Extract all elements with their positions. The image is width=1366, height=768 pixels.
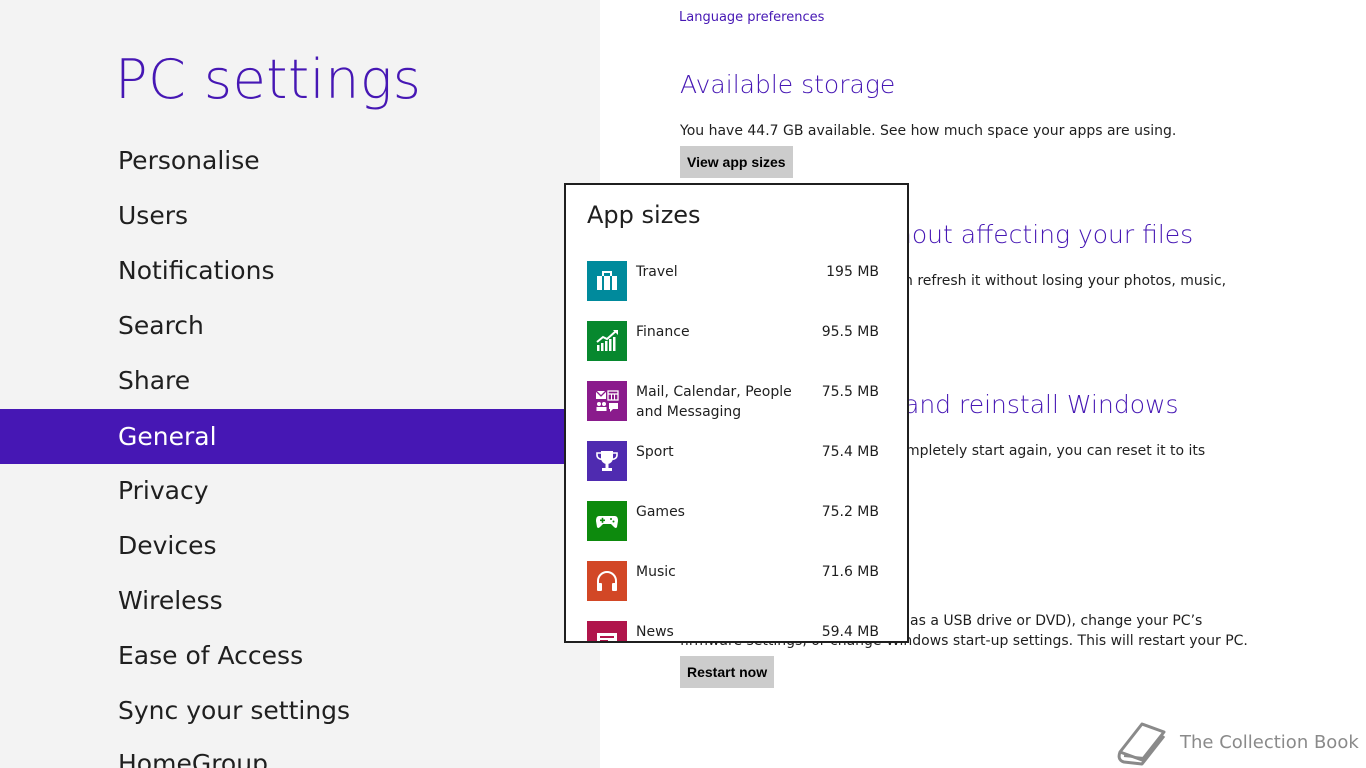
- sidebar-item-label: Devices: [118, 531, 217, 560]
- app-size: 71.6 MB: [821, 564, 879, 580]
- sidebar-item-label: Share: [118, 366, 191, 395]
- gamepad-icon: [587, 501, 627, 541]
- app-name: Games: [636, 504, 685, 520]
- language-preferences-link[interactable]: Language preferences: [679, 10, 824, 25]
- suitcase-icon: [587, 261, 627, 301]
- app-row-travel[interactable]: Travel 195 MB: [587, 261, 881, 301]
- headphones-icon: [587, 561, 627, 601]
- app-size: 75.4 MB: [821, 444, 879, 460]
- sidebar-item-label: Sync your settings: [118, 696, 351, 725]
- sidebar-item-sync-your-settings[interactable]: Sync your settings: [0, 683, 600, 738]
- watermark: The Collection Book: [1114, 720, 1359, 766]
- sidebar-item-general[interactable]: General: [0, 409, 600, 464]
- reset-pc-text: mpletely start again, you can reset it t…: [906, 443, 1206, 459]
- available-storage-text: You have 44.7 GB available. See how much…: [680, 123, 1177, 139]
- sidebar-item-wireless[interactable]: Wireless: [0, 573, 600, 628]
- app-name: News: [636, 624, 674, 640]
- sidebar-item-label: Search: [118, 311, 204, 340]
- sidebar-item-homegroup[interactable]: HomeGroup: [0, 736, 600, 768]
- newspaper-icon: [587, 621, 627, 641]
- watermark-text: The Collection Book: [1180, 732, 1359, 753]
- restart-now-button[interactable]: Restart now: [680, 656, 775, 688]
- app-name: Sport: [636, 444, 674, 460]
- view-app-sizes-button[interactable]: View app sizes: [680, 146, 793, 178]
- flyout-title: App sizes: [587, 201, 701, 229]
- app-row-mail-calendar-people[interactable]: Mail, Calendar, People and Messaging 75.…: [587, 381, 881, 421]
- refresh-pc-text: n refresh it without losing your photos,…: [904, 273, 1227, 289]
- app-row-sport[interactable]: Sport 75.4 MB: [587, 441, 881, 481]
- sidebar-item-share[interactable]: Share: [0, 353, 600, 408]
- sidebar-item-label: Users: [118, 201, 189, 230]
- refresh-pc-title: hout affecting your files: [896, 220, 1194, 249]
- book-icon: [1117, 722, 1166, 766]
- app-size: 195 MB: [826, 264, 879, 280]
- sidebar-item-search[interactable]: Search: [0, 298, 600, 353]
- app-row-music[interactable]: Music 71.6 MB: [587, 561, 881, 601]
- sidebar-item-users[interactable]: Users: [0, 188, 600, 243]
- app-row-games[interactable]: Games 75.2 MB: [587, 501, 881, 541]
- advanced-startup-text-line1: as a USB drive or DVD), change your PC’s: [910, 613, 1203, 629]
- trophy-icon: [587, 441, 627, 481]
- app-row-finance[interactable]: Finance 95.5 MB: [587, 321, 881, 361]
- app-size: 59.4 MB: [821, 624, 879, 640]
- app-size: 75.5 MB: [821, 384, 879, 400]
- page-title: PC settings: [115, 48, 422, 111]
- sidebar-item-label: Wireless: [118, 586, 223, 615]
- sidebar-item-label: HomeGroup: [118, 749, 268, 768]
- app-name: Mail, Calendar, People and Messaging: [636, 384, 792, 420]
- available-storage-title: Available storage: [680, 70, 896, 99]
- sidebar-item-ease-of-access[interactable]: Ease of Access: [0, 628, 600, 683]
- sidebar-item-label: Ease of Access: [118, 641, 304, 670]
- mail-calendar-people-icon: [587, 381, 627, 421]
- sidebar-item-label: Notifications: [118, 256, 275, 285]
- sidebar-item-devices[interactable]: Devices: [0, 518, 600, 573]
- settings-sidebar: PC settings Personalise Users Notificati…: [0, 0, 600, 768]
- sidebar-item-label: General: [118, 422, 217, 451]
- app-name: Music: [636, 564, 676, 580]
- sidebar-item-personalise[interactable]: Personalise: [0, 133, 600, 188]
- app-size: 75.2 MB: [821, 504, 879, 520]
- app-sizes-flyout: App sizes Travel 195 MB Finance 95.5 MB …: [564, 183, 909, 643]
- reset-pc-title: and reinstall Windows: [904, 390, 1179, 419]
- app-size: 95.5 MB: [821, 324, 879, 340]
- sidebar-item-notifications[interactable]: Notifications: [0, 243, 600, 298]
- sidebar-item-label: Personalise: [118, 146, 260, 175]
- app-row-news[interactable]: News 59.4 MB: [587, 621, 881, 641]
- app-name: Finance: [636, 324, 690, 340]
- sidebar-item-label: Privacy: [118, 476, 209, 505]
- sidebar-item-privacy[interactable]: Privacy: [0, 463, 600, 518]
- chart-growth-icon: [587, 321, 627, 361]
- app-name: Travel: [636, 264, 678, 280]
